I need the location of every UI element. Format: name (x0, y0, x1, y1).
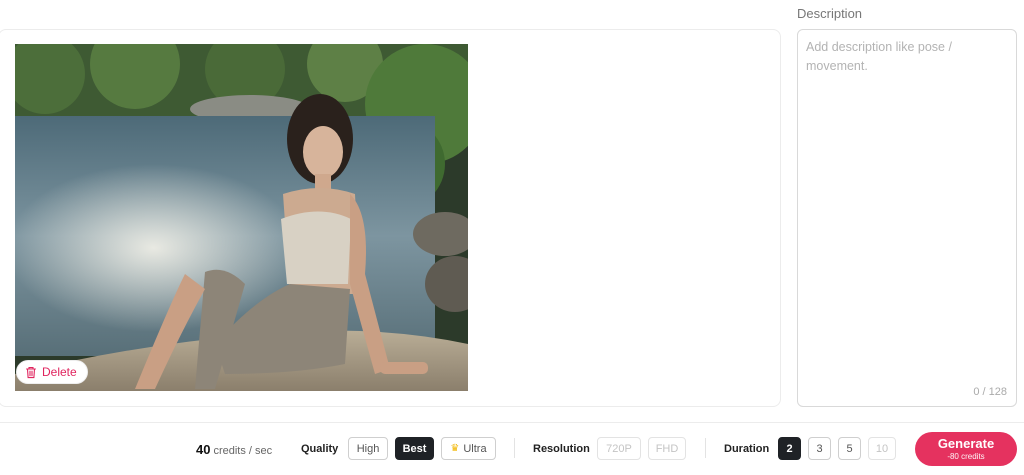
trash-icon (25, 366, 37, 378)
generation-toolbar: 40 credits / sec Quality High Best ♛ Ultra… (0, 422, 1024, 475)
description-label: Description (797, 6, 863, 21)
description-input[interactable] (798, 30, 1016, 370)
resolution-option-720p[interactable]: 720P (597, 437, 641, 460)
generate-button[interactable]: Generate -80 credits (915, 432, 1017, 466)
duration-option-10[interactable]: 10 (868, 437, 896, 460)
generate-cost: -80 credits (947, 451, 985, 461)
crown-icon: ♛ (450, 443, 460, 454)
duration-option-5[interactable]: 5 (838, 437, 861, 460)
character-counter: 0 / 128 (973, 386, 1007, 398)
delete-label: Delete (42, 365, 77, 379)
quality-option-high[interactable]: High (348, 437, 388, 460)
credits-rate: 40 credits / sec (196, 442, 272, 457)
quality-label: Quality (301, 443, 339, 455)
quality-option-best[interactable]: Best (395, 437, 434, 460)
uploaded-photo (15, 44, 468, 391)
quality-option-ultra-label: Ultra (463, 442, 487, 455)
resolution-option-fhd[interactable]: FHD (648, 437, 686, 460)
quality-option-ultra[interactable]: ♛ Ultra (441, 437, 496, 460)
resolution-label: Resolution (533, 443, 590, 455)
duration-option-3[interactable]: 3 (808, 437, 831, 460)
delete-button[interactable]: Delete (16, 360, 88, 384)
toolbar-divider (705, 438, 706, 458)
duration-option-2[interactable]: 2 (778, 437, 801, 460)
credits-unit: credits / sec (213, 445, 273, 457)
description-box: 0 / 128 (797, 29, 1017, 407)
credits-value: 40 (196, 442, 211, 457)
toolbar-divider (514, 438, 515, 458)
generate-label: Generate (937, 435, 995, 451)
duration-label: Duration (724, 443, 770, 455)
